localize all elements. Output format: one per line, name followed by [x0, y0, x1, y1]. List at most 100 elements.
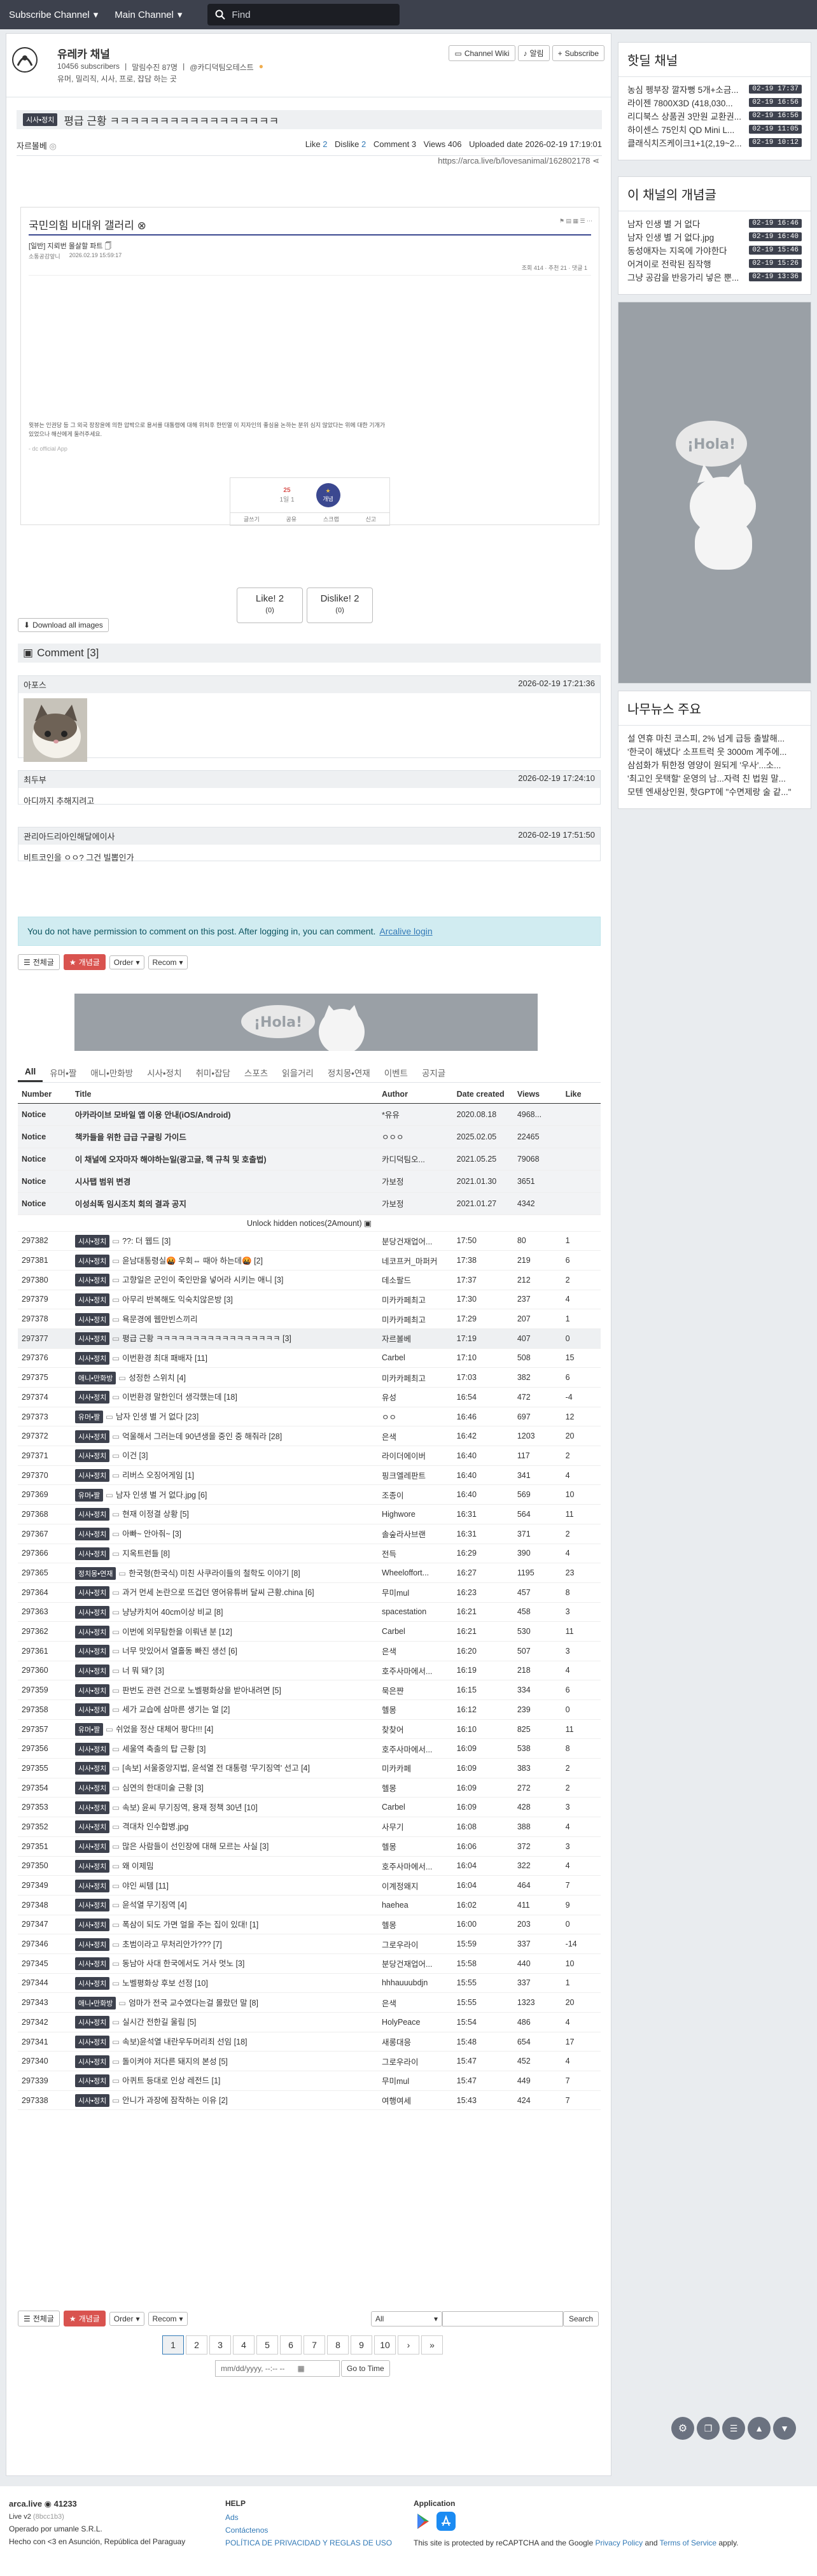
table-row[interactable]: 297382 시사•정치 ▭??: 더 웹드 [3] 분당건재업어... 17:50 80…	[18, 1231, 601, 1251]
table-row[interactable]: 297357 유머•짤 ▭ 쉬었을 정산 대체어 팡다!!! [4] 찾찾어 16:10 8…	[18, 1719, 601, 1740]
table-row[interactable]: 297359 시사•정치 ▭ 판번도 관련 건으로 노벨평화상을 받아내려면 [5] 묵…	[18, 1680, 601, 1700]
page-button[interactable]: 7	[304, 2335, 325, 2354]
post-title-link[interactable]: 이번환경 최대 패배자 [11]	[122, 1354, 207, 1363]
post-category-badge[interactable]: 시사•정치	[74, 2094, 110, 2108]
table-row[interactable]: 297380 시사•정치 ▭ 고향일은 군인이 죽인만을 넣어라 시키는 애니 [3]…	[18, 1270, 601, 1290]
post-author[interactable]: Carbel	[377, 1348, 453, 1369]
post-category-badge[interactable]: 시사•정치	[74, 1820, 110, 1834]
notice-author[interactable]: 카디덕팀오...	[377, 1148, 453, 1171]
post-author[interactable]: Carbel	[377, 1621, 453, 1642]
table-row[interactable]: 297348 시사•정치 ▭ 윤석열 무기징역 [4] haehea 16:02 411 9	[18, 1895, 601, 1915]
post-author[interactable]: 묵은쨘	[377, 1680, 453, 1700]
table-row[interactable]: 297358 시사•정치 ▭ 세가 교습에 삼마른 생기는 얼 [2] 헬몽 16:12 2…	[18, 1700, 601, 1720]
post-author[interactable]: 헬몽	[377, 1778, 453, 1798]
post-title-link[interactable]: 너무 맛있어서 열흘동 빠진 생선 [6]	[122, 1647, 237, 1656]
post-title-link[interactable]: 판번도 관련 건으로 노벨평화상을 받아내려면 [5]	[122, 1686, 281, 1695]
notice-author[interactable]: ㅇㅇㅇ	[377, 1125, 453, 1148]
post-author[interactable]: 헬몽	[377, 1836, 453, 1857]
go-to-time-button[interactable]: Go to Time	[341, 2360, 390, 2377]
sidebar-item[interactable]: 어겨이로 전락된 짐작행 02-19 15:26	[627, 257, 802, 270]
table-row[interactable]: 297354 시사•정치 ▭ 심연의 한대미술 근황 [3] 헬몽 16:09 272 2	[18, 1778, 601, 1798]
post-title-link[interactable]: 현재 이정결 상황 [5]	[122, 1510, 189, 1519]
post-title-link[interactable]: 이번환경 말한인더 생각했는데 [18]	[122, 1393, 237, 1402]
post-author[interactable]: spacestation	[377, 1602, 453, 1622]
post-title-link[interactable]: 평급 근황 ㅋㅋㅋㅋㅋㅋㅋㅋㅋㅋㅋㅋㅋㅋㅋㅋㅋ [3]	[122, 1334, 291, 1343]
tab-item[interactable]: 유머•짤	[43, 1062, 83, 1083]
table-row[interactable]: 297370 시사•정치 ▭ 리버스 오징어게임 [1] 핑크엘레판트 16:40 341 4	[18, 1465, 601, 1486]
post-author[interactable]: Wheeloffort...	[377, 1563, 453, 1583]
alarm-button[interactable]: ♪ 알림	[517, 45, 550, 61]
post-category-badge[interactable]: 시사•정치	[74, 1859, 110, 1873]
table-row[interactable]: 297347 시사•정치 ▭ 폭삼이 되도 가면 얼을 주는 집이 있대! [1] 헬몽…	[18, 1915, 601, 1935]
post-author[interactable]: 무미mul	[377, 1582, 453, 1603]
post-url[interactable]: https://arca.live/b/lovesanimal/16280217…	[438, 156, 599, 166]
post-author[interactable]: 여행여세	[377, 2090, 453, 2111]
post-author[interactable]: 조종이	[377, 1484, 453, 1505]
scroll-bottom-fab[interactable]: ▼	[773, 2417, 796, 2440]
table-row[interactable]: 297365 정치몽•연재 ▭ 한국형(한국식) 미친 사쿠라이들의 철학도 이야기 …	[18, 1563, 601, 1583]
post-title-link[interactable]: [속보] 서울중앙지법, 윤석열 전 대통령 '무기징역' 선고 [4]	[122, 1764, 310, 1773]
post-author[interactable]: HolyPeace	[377, 2012, 453, 2032]
post-author[interactable]: 전득	[377, 1544, 453, 1564]
table-row[interactable]: 297374 시사•정치 ▭ 이번환경 말한인더 생각했는데 [18] 유성 16:54 4…	[18, 1387, 601, 1407]
page-button[interactable]: 2	[186, 2335, 207, 2354]
post-category-badge[interactable]: 유머•짤	[74, 1488, 104, 1502]
post-author[interactable]: 그로우라이	[377, 1934, 453, 1954]
recom-select[interactable]: Recom ▾	[148, 2311, 188, 2326]
post-author[interactable]: 솔숲라사브랜	[377, 1524, 453, 1544]
login-link[interactable]: Arcalive login	[379, 926, 432, 936]
notice-title[interactable]: 아카라이브 모바일 앱 이용 안내(iOS/Android)	[71, 1103, 378, 1126]
panel-title[interactable]: 나무뉴스 주요	[618, 691, 811, 726]
sidebar-item[interactable]: 남자 인생 별 거 없다.jpg 02-19 16:40	[627, 230, 802, 243]
table-row[interactable]: 297338 시사•정치 ▭ 안니가 과장에 잠작하는 이유 [2] 여행여세 15:43…	[18, 2090, 601, 2111]
table-row[interactable]: 297361 시사•정치 ▭ 너무 맛있어서 열흘동 빠진 생선 [6] 은색 16:20…	[18, 1641, 601, 1661]
post-category-badge[interactable]: 시사•정치	[74, 1528, 110, 1541]
post-title-link[interactable]: 너 뭐 돼? [3]	[122, 1666, 164, 1675]
notice-row[interactable]: Notice 책카들을 위한 급급 구글링 가이드 ㅇㅇㅇ 2025.02.05 224…	[18, 1125, 601, 1148]
post-author[interactable]: 네코프커_마퍼커	[377, 1250, 453, 1270]
post-category-badge[interactable]: 시사•정치	[23, 113, 58, 126]
channel-admin-link[interactable]: @카디덕팀오테스트	[190, 62, 254, 73]
post-author[interactable]: 호주사마에서...	[377, 1738, 453, 1759]
post-author[interactable]: 은색	[377, 1641, 453, 1661]
post-category-badge[interactable]: 시사•정치	[74, 1586, 110, 1600]
post-category-badge[interactable]: 시사•정치	[74, 1274, 110, 1287]
post-title-link[interactable]: 욕문경에 웹만빈스끼리	[122, 1315, 197, 1324]
table-row[interactable]: 297349 시사•정치 ▭ 야인 씨템 [11] 이계정왜지 16:04 464 7	[18, 1875, 601, 1896]
table-row[interactable]: 297341 시사•정치 ▭ 속보)윤석열 내란우두머리죄 선임 [18] 새롱대응 15…	[18, 2032, 601, 2052]
list-fab[interactable]: ☰	[722, 2417, 745, 2440]
settings-fab[interactable]: ⚙	[671, 2417, 694, 2440]
page-button[interactable]: 4	[233, 2335, 255, 2354]
sidebar-item[interactable]: '한국이 해냈다' 소프트럭 웃 3000m 계주에...	[627, 744, 802, 757]
main-channel-menu[interactable]: Main Channel ▾	[115, 9, 182, 21]
order-select[interactable]: Order ▾	[109, 955, 144, 969]
post-category-badge[interactable]: 시사•정치	[74, 1703, 110, 1717]
post-category-badge[interactable]: 시사•정치	[74, 1957, 110, 1971]
table-row[interactable]: 297371 시사•정치 ▭ 이건 [3] 라이더에이버 16:40 117 2	[18, 1446, 601, 1466]
post-title-link[interactable]: 세가 교습에 삼마른 생기는 얼 [2]	[122, 1705, 230, 1714]
post-title-link[interactable]: 안니가 과장에 잠작하는 이유 [2]	[122, 2096, 228, 2105]
table-row[interactable]: 297355 시사•정치 ▭ [속보] 서울중앙지법, 윤석열 전 대통령 '무기징역…	[18, 1758, 601, 1778]
app-store-icon[interactable]	[436, 2512, 456, 2531]
channel-wiki-button[interactable]: ▭ Channel Wiki	[449, 45, 515, 61]
notice-title[interactable]: 이성쇠똑 임시조치 회의 결과 공지	[71, 1192, 378, 1215]
tab-item[interactable]: 공지글	[415, 1062, 452, 1083]
post-author[interactable]: 은색	[377, 1992, 453, 2013]
notice-row[interactable]: Notice 시사탭 범위 변경 가보정 2021.01.30 3651	[18, 1170, 601, 1193]
page-button[interactable]: 9	[351, 2335, 372, 2354]
post-title-link[interactable]: 돌이켜야 저다른 돼지의 본성 [5]	[122, 2057, 228, 2066]
table-row[interactable]: 297373 유머•짤 ▭ 남자 인생 별 거 없다 [23] ㅇㅇ 16:46 697 12	[18, 1407, 601, 1427]
table-row[interactable]: 297356 시사•정치 ▭ 세울역 축출의 탑 근황 [3] 호주사마에서... 16:…	[18, 1738, 601, 1759]
sidebar-item[interactable]: 설 연휴 마친 코스피, 2% 넘게 급등 출발해...	[627, 731, 802, 744]
post-title-link[interactable]: 세울역 축출의 탑 근황 [3]	[122, 1745, 206, 1754]
post-author[interactable]: 분당건재업어...	[377, 1953, 453, 1974]
post-category-badge[interactable]: 시사•정치	[74, 1313, 110, 1326]
post-author[interactable]: hhhauuubdjn	[377, 1973, 453, 1994]
post-author[interactable]: 미카카페최고	[377, 1290, 453, 1310]
table-row[interactable]: 297362 시사•정치 ▭ 이번에 외무탐한을 이뤄낸 분 [12] Carbel 16…	[18, 1621, 601, 1642]
post-title-link[interactable]: 야인 씨템 [11]	[122, 1882, 169, 1890]
post-title-link[interactable]: 초범이라고 무처리안가??? [7]	[122, 1940, 222, 1949]
post-title-link[interactable]: 리버스 오징어게임 [1]	[122, 1471, 194, 1480]
page-button[interactable]: 5	[256, 2335, 278, 2354]
post-author[interactable]: 라이더에이버	[377, 1446, 453, 1466]
